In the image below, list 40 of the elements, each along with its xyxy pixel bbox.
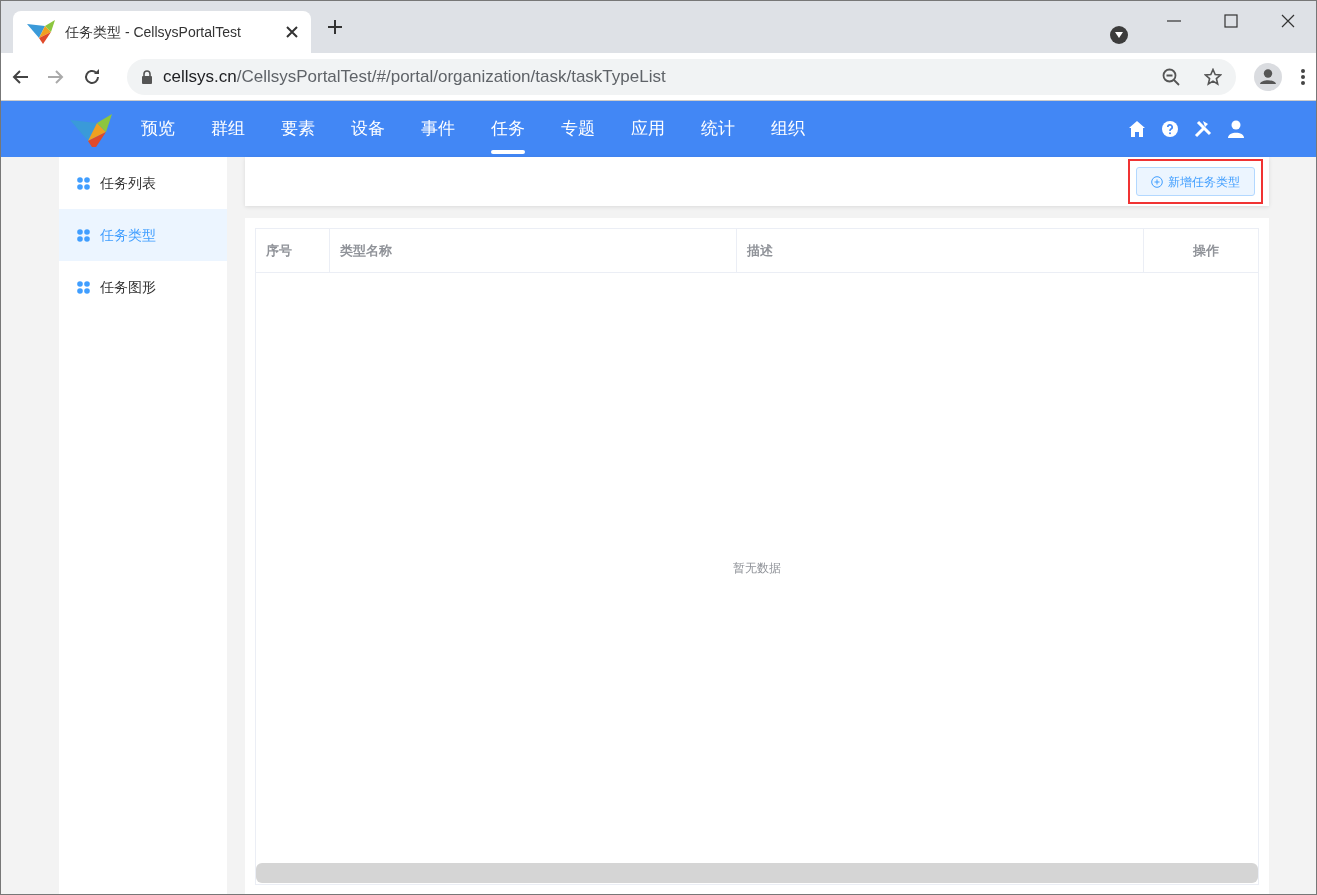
empty-text: 暂无数据 xyxy=(733,560,781,577)
grid-icon xyxy=(77,280,90,294)
nav-tab[interactable]: 设备 xyxy=(333,101,403,157)
reload-icon[interactable] xyxy=(83,67,101,86)
plus-circle-icon xyxy=(1151,175,1163,188)
app-logo-icon xyxy=(67,111,115,147)
lock-icon xyxy=(141,69,153,84)
nav-tab[interactable]: 事件 xyxy=(403,101,473,157)
nav-tab[interactable]: 群组 xyxy=(193,101,263,157)
help-icon[interactable] xyxy=(1162,121,1178,137)
nav-tab[interactable]: 应用 xyxy=(613,101,683,157)
column-header: 操作 xyxy=(1192,241,1220,260)
grid-icon xyxy=(77,228,90,242)
nav-tab[interactable]: 要素 xyxy=(263,101,333,157)
grid-icon xyxy=(77,176,90,190)
nav-tab[interactable]: 任务 xyxy=(473,101,543,157)
zoom-out-icon[interactable] xyxy=(1162,67,1180,86)
account-icon[interactable] xyxy=(1254,62,1282,91)
column-header: 描述 xyxy=(737,229,1144,272)
home-icon[interactable] xyxy=(1128,120,1146,138)
add-task-type-button[interactable]: 新增任务类型 xyxy=(1136,167,1255,196)
site-logo-icon xyxy=(25,18,55,46)
sidebar-item[interactable]: 任务类型 xyxy=(59,209,227,261)
close-icon[interactable] xyxy=(285,25,299,39)
user-icon[interactable] xyxy=(1228,120,1244,138)
dropdown-icon[interactable] xyxy=(1109,25,1129,45)
horizontal-scrollbar[interactable] xyxy=(256,863,1258,883)
back-icon[interactable] xyxy=(11,67,29,86)
star-icon[interactable] xyxy=(1204,67,1222,86)
nav-tab[interactable]: 统计 xyxy=(683,101,753,157)
sidebar-item[interactable]: 任务图形 xyxy=(59,261,227,313)
nav-tab[interactable]: 组织 xyxy=(753,101,823,157)
nav-tab[interactable]: 预览 xyxy=(123,101,193,157)
tools-icon[interactable] xyxy=(1194,120,1212,138)
more-icon[interactable] xyxy=(1300,67,1306,86)
column-header: 类型名称 xyxy=(330,229,737,272)
new-tab-icon[interactable] xyxy=(327,19,343,35)
nav-tab[interactable]: 专题 xyxy=(543,101,613,157)
column-header: 序号 xyxy=(256,229,330,272)
sidebar-item[interactable]: 任务列表 xyxy=(59,157,227,209)
